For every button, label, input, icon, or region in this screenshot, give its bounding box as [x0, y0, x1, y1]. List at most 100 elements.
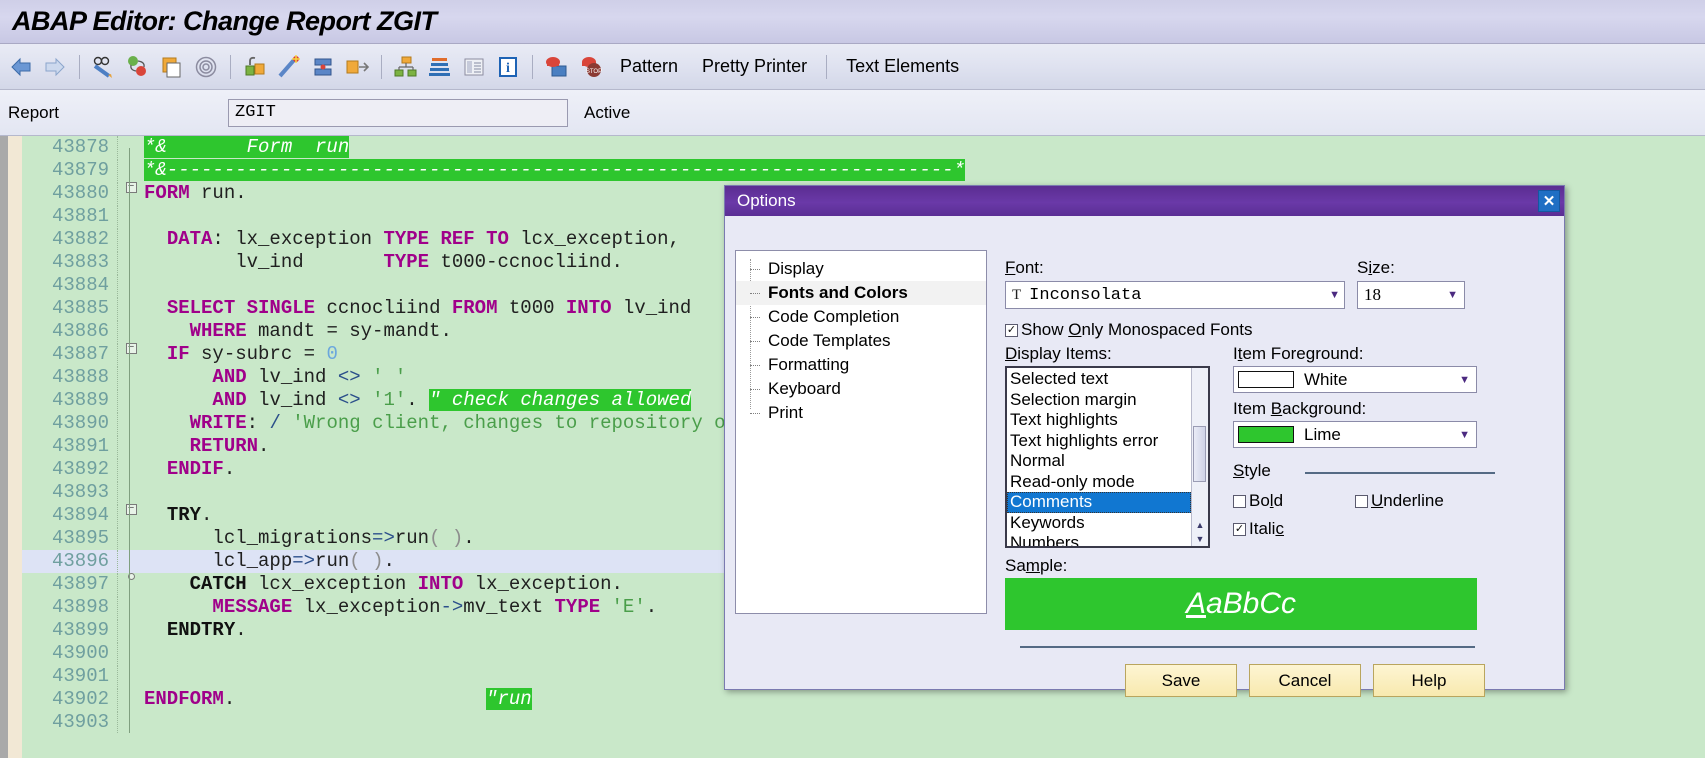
- wand-icon[interactable]: [274, 52, 304, 82]
- tree-item-fonts-and-colors[interactable]: Fonts and Colors: [736, 281, 986, 305]
- code-text[interactable]: *&--------------------------------------…: [144, 159, 965, 182]
- display-item-comments[interactable]: Comments: [1007, 492, 1191, 513]
- code-text[interactable]: *& Form run: [144, 136, 350, 159]
- tree-item-print[interactable]: Print: [736, 401, 986, 425]
- unlock-icon[interactable]: [240, 52, 270, 82]
- code-text[interactable]: [144, 205, 155, 228]
- code-text[interactable]: FORM run.: [144, 182, 247, 205]
- code-text[interactable]: lv_ind TYPE t000-ccnocliind.: [144, 251, 623, 274]
- code-text[interactable]: CATCH lcx_exception INTO lx_exception.: [144, 573, 623, 596]
- code-text[interactable]: [144, 665, 155, 688]
- display-item-text-highlights-error[interactable]: Text highlights error: [1007, 431, 1191, 452]
- code-text[interactable]: [144, 274, 155, 297]
- bold-checkbox[interactable]: Bold: [1233, 491, 1283, 511]
- code-text[interactable]: WRITE: / 'Wrong client, changes to repos…: [144, 412, 760, 435]
- fold-marker[interactable]: [118, 573, 144, 580]
- check-pencil-icon[interactable]: [89, 52, 119, 82]
- settings-category-tree[interactable]: Display Fonts and Colors Code Completion Co…: [735, 250, 987, 614]
- scroll-down-button[interactable]: ▼: [1192, 532, 1208, 546]
- code-text[interactable]: lcl_app=>run( ).: [144, 550, 394, 573]
- code-line[interactable]: 43879 *&---------------------------------…: [22, 159, 965, 182]
- show-only-monospaced-checkbox[interactable]: ✓ Show Only Monospaced Fonts: [1005, 320, 1253, 340]
- line-number: 43901: [22, 665, 118, 687]
- code-text[interactable]: lcl_migrations=>run( ).: [144, 527, 474, 550]
- item-foreground-select[interactable]: White ▼: [1233, 366, 1477, 393]
- code-text[interactable]: [144, 481, 155, 504]
- display-item-selected-text[interactable]: Selected text: [1007, 369, 1191, 390]
- display-item-text-highlights[interactable]: Text highlights: [1007, 410, 1191, 431]
- display-items-list[interactable]: Selected text Selection margin Text highli…: [1005, 366, 1210, 548]
- display-item-normal[interactable]: Normal: [1007, 451, 1191, 472]
- code-text[interactable]: IF sy-subrc = 0: [144, 343, 338, 366]
- fold-marker[interactable]: −: [118, 182, 144, 193]
- code-text[interactable]: WHERE mandt = sy-mandt.: [144, 320, 452, 343]
- activate-icon[interactable]: [123, 52, 153, 82]
- button-row-divider: [1020, 646, 1475, 648]
- item-background-select[interactable]: Lime ▼: [1233, 421, 1477, 448]
- info-icon[interactable]: i: [493, 52, 523, 82]
- hierarchy-icon[interactable]: [391, 52, 421, 82]
- line-number: 43900: [22, 642, 118, 664]
- menu-pattern[interactable]: Pattern: [610, 56, 688, 77]
- code-text[interactable]: DATA: lx_exception TYPE REF TO lcx_excep…: [144, 228, 680, 251]
- code-text[interactable]: AND lv_ind <> ' ': [144, 366, 406, 389]
- code-line[interactable]: 43902 ENDFORM. "run: [22, 688, 965, 711]
- code-text[interactable]: ENDIF.: [144, 458, 235, 481]
- code-text[interactable]: SELECT SINGLE ccnocliind FROM t000 INTO …: [144, 297, 692, 320]
- code-text[interactable]: ENDTRY.: [144, 619, 247, 642]
- code-text[interactable]: [144, 642, 155, 665]
- display-object-icon[interactable]: [542, 52, 572, 82]
- back-arrow-icon[interactable]: [6, 52, 36, 82]
- underline-checkbox[interactable]: Underline: [1355, 491, 1444, 511]
- display-item-numbers[interactable]: Numbers: [1007, 533, 1191, 546]
- stop-icon[interactable]: STOP: [576, 52, 606, 82]
- close-icon[interactable]: ✕: [1538, 190, 1560, 212]
- display-item-selection-margin[interactable]: Selection margin: [1007, 390, 1191, 411]
- copy-icon[interactable]: [157, 52, 187, 82]
- report-input[interactable]: ZGIT: [228, 98, 568, 127]
- italic-checkbox[interactable]: ✓ Italic: [1233, 519, 1284, 539]
- code-text[interactable]: [144, 711, 155, 734]
- code-text[interactable]: MESSAGE lx_exception->mv_text TYPE 'E'.: [144, 596, 657, 619]
- code-token: run.: [189, 182, 247, 204]
- toolbar-divider: [532, 54, 533, 79]
- code-token: lv_ind: [611, 297, 692, 319]
- tree-item-code-completion[interactable]: Code Completion: [736, 305, 986, 329]
- tree-item-keyboard[interactable]: Keyboard: [736, 377, 986, 401]
- display-item-read-only-mode[interactable]: Read-only mode: [1007, 472, 1191, 493]
- scroll-up-button[interactable]: ▲: [1192, 518, 1208, 532]
- svg-text:i: i: [506, 61, 510, 76]
- code-text[interactable]: RETURN.: [144, 435, 270, 458]
- help-button[interactable]: Help: [1373, 664, 1485, 697]
- tree-item-display[interactable]: Display: [736, 257, 986, 281]
- display-items-scrollbar[interactable]: ▲ ▼: [1191, 368, 1208, 546]
- list-icon[interactable]: [459, 52, 489, 82]
- display-item-keywords[interactable]: Keywords: [1007, 513, 1191, 534]
- exit-icon[interactable]: [342, 52, 372, 82]
- code-line[interactable]: 43878 *& Form run: [22, 136, 965, 159]
- menu-pretty-printer[interactable]: Pretty Printer: [692, 56, 817, 77]
- font-select[interactable]: T Inconsolata ▼: [1005, 281, 1345, 309]
- menu-text-elements[interactable]: Text Elements: [836, 56, 969, 77]
- size-select[interactable]: 18 ▼: [1357, 281, 1465, 309]
- background-color-swatch: [1238, 426, 1294, 443]
- code-token: 0: [326, 343, 338, 365]
- fold-marker[interactable]: −: [118, 504, 144, 515]
- fold-structure-line: [129, 148, 130, 733]
- save-button[interactable]: Save: [1125, 664, 1237, 697]
- spiral-icon[interactable]: [191, 52, 221, 82]
- code-text[interactable]: ENDFORM. "run: [144, 688, 532, 711]
- code-text[interactable]: TRY.: [144, 504, 213, 527]
- tree-item-formatting[interactable]: Formatting: [736, 353, 986, 377]
- tree-item-code-templates[interactable]: Code Templates: [736, 329, 986, 353]
- forward-arrow-icon[interactable]: [40, 52, 70, 82]
- scrollbar-thumb[interactable]: [1193, 426, 1206, 482]
- code-token: t000-ccnocliind.: [429, 251, 623, 273]
- layers-icon[interactable]: [425, 52, 455, 82]
- code-line[interactable]: 43903: [22, 711, 965, 734]
- cancel-button[interactable]: Cancel: [1249, 664, 1361, 697]
- code-text[interactable]: AND lv_ind <> '1'. " check changes allow…: [144, 389, 692, 412]
- replace-icon[interactable]: [308, 52, 338, 82]
- fold-marker[interactable]: −: [118, 343, 144, 354]
